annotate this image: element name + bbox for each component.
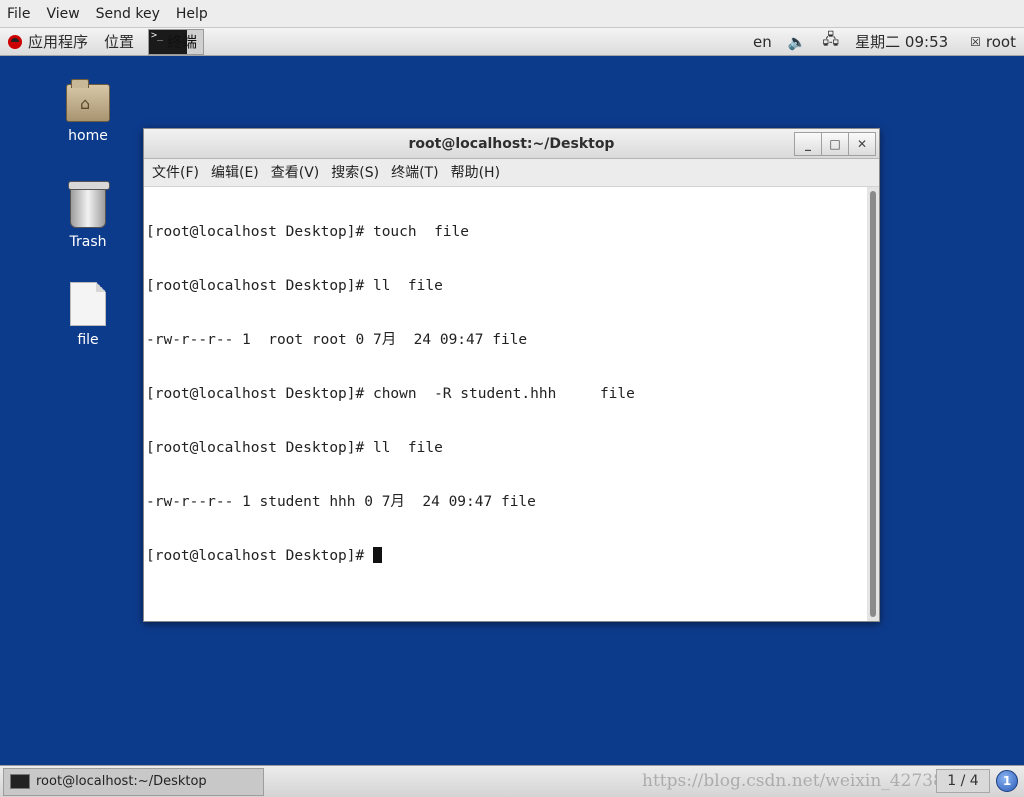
top-panel: 应用程序 位置 >_ 终端 en 🔈 🖧 星期二 09:53 ☒ root	[0, 28, 1024, 56]
applications-label: 应用程序	[28, 33, 89, 51]
home-folder-icon: ⌂	[66, 79, 110, 122]
maximize-button[interactable]: □	[821, 132, 849, 156]
menu-file[interactable]: 文件(F)	[146, 159, 205, 187]
file-icon	[70, 282, 106, 326]
window-titlebar[interactable]: root@localhost:~/Desktop _ □ ✕	[144, 129, 879, 159]
terminal-line: [root@localhost Desktop]# ll file	[146, 440, 443, 456]
terminal-line: -rw-r--r-- 1 root root 0 7月 24 09:47 fil…	[146, 332, 528, 348]
scrollbar-thumb[interactable]	[870, 191, 876, 617]
terminal-line: [root@localhost Desktop]# ll file	[146, 278, 443, 294]
workspace-badge[interactable]: 1	[996, 770, 1018, 792]
terminal-line: -rw-r--r-- 1 student hhh 0 7月 24 09:47 f…	[146, 494, 536, 510]
user-menu[interactable]: ☒ root	[962, 28, 1024, 56]
terminal-prompt-line: [root@localhost Desktop]#	[146, 547, 865, 565]
workspace-pager[interactable]: 1 / 4	[936, 769, 990, 793]
applications-menu[interactable]: 应用程序	[0, 28, 96, 56]
user-label: root	[985, 32, 1016, 51]
trash-icon	[68, 181, 110, 228]
taskbar-terminal-button[interactable]: root@localhost:~/Desktop	[3, 767, 264, 796]
network-icon[interactable]: 🖧	[814, 28, 847, 56]
terminal-menubar: 文件(F) 编辑(E) 查看(V) 搜索(S) 终端(T) 帮助(H)	[144, 159, 879, 187]
minimize-button[interactable]: _	[794, 132, 822, 156]
vm-menu-help[interactable]: Help	[168, 0, 216, 28]
menu-view[interactable]: 查看(V)	[265, 159, 326, 187]
window-title: root@localhost:~/Desktop	[408, 136, 615, 152]
terminal-output[interactable]: [root@localhost Desktop]# touch file [ro…	[144, 187, 867, 621]
menu-search[interactable]: 搜索(S)	[325, 159, 385, 187]
terminal-line: [root@localhost Desktop]# touch file	[146, 224, 470, 240]
menu-help[interactable]: 帮助(H)	[445, 159, 506, 187]
desktop-home[interactable]: ⌂ home	[48, 79, 128, 144]
desktop-trash-label: Trash	[69, 234, 107, 250]
keyboard-language[interactable]: en	[745, 28, 780, 56]
terminal-line: [root@localhost Desktop]# chown -R stude…	[146, 386, 635, 402]
watermark: https://blog.csdn.net/weixin_42738	[642, 771, 944, 791]
menu-edit[interactable]: 编辑(E)	[205, 159, 265, 187]
terminal-launcher[interactable]: >_ 终端	[148, 28, 205, 55]
terminal-scrollbar[interactable]	[867, 187, 879, 621]
volume-icon[interactable]: 🔈	[780, 28, 815, 56]
vm-menu-file[interactable]: File	[0, 0, 38, 28]
places-label: 位置	[104, 33, 135, 51]
desktop-file-label: file	[77, 332, 99, 348]
terminal-icon	[10, 774, 30, 789]
desktop-file[interactable]: file	[48, 282, 128, 348]
terminal-launcher-label: 终端	[167, 33, 198, 51]
taskbar-terminal-label: root@localhost:~/Desktop	[36, 774, 207, 789]
vm-menu-send-key[interactable]: Send key	[88, 0, 168, 28]
text-cursor	[372, 547, 382, 563]
vm-menubar: File View Send key Help	[0, 0, 1024, 28]
close-button[interactable]: ✕	[848, 132, 876, 156]
clock[interactable]: 星期二 09:53	[847, 28, 956, 56]
vm-menu-view[interactable]: View	[38, 0, 87, 28]
places-menu[interactable]: 位置	[96, 28, 142, 56]
bottom-taskbar: root@localhost:~/Desktop https://blog.cs…	[0, 765, 1024, 797]
menu-terminal[interactable]: 终端(T)	[385, 159, 444, 187]
redhat-icon	[8, 34, 22, 49]
terminal-prompt: [root@localhost Desktop]#	[146, 548, 373, 564]
user-icon: ☒	[970, 34, 981, 49]
terminal-window: root@localhost:~/Desktop _ □ ✕ 文件(F) 编辑(…	[143, 128, 880, 622]
desktop-trash[interactable]: Trash	[48, 181, 128, 250]
desktop-home-label: home	[68, 128, 108, 144]
